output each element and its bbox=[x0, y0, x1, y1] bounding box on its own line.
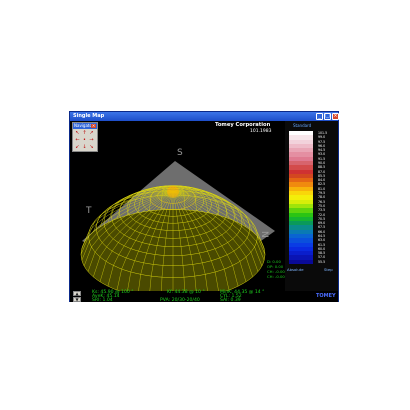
absolute-scale-label[interactable]: Absolute bbox=[287, 267, 304, 272]
title-bar: Single Map _ □ × bbox=[70, 112, 339, 121]
single-map-window: Single Map _ □ × S T N Navigator × ↖ ↑ ↗… bbox=[69, 111, 339, 303]
scale-title[interactable]: Standard bbox=[293, 123, 311, 128]
nav-left-arrow-icon[interactable]: ← bbox=[74, 137, 81, 144]
scale-value-label: 55.5 bbox=[318, 259, 326, 264]
color-scale-bar: 101.5 99.0 97.5 96.0 94.5 93.0 91.5 90.0 88.5 87.… bbox=[289, 131, 327, 265]
navigator-header: Navigator × bbox=[73, 123, 97, 129]
record-id: 101.1983 bbox=[250, 129, 272, 134]
close-button[interactable]: × bbox=[332, 113, 339, 120]
navigator-panel: Navigator × ↖ ↑ ↗ ← • → ↙ ↓ ↘ bbox=[72, 122, 98, 152]
window-title: Single Map bbox=[73, 113, 105, 119]
axis-letter-n: N bbox=[259, 231, 269, 238]
sai-readout: SAI: 0.39 bbox=[220, 298, 241, 303]
tomey-logo: TOMEY bbox=[316, 293, 336, 299]
scale-swatch bbox=[289, 259, 313, 265]
readout-bar: ▲ ▼ Ks: 45.90 @ 100 ° Kf: 44.38 @ 10 ° M… bbox=[70, 290, 338, 303]
company-name: Tomey Corporation bbox=[215, 122, 271, 128]
nav-down-arrow-icon[interactable]: ↓ bbox=[81, 144, 88, 151]
color-scale-panel: Standard 101.5 99.0 97.5 96.0 94.5 93.0 91.5 90… bbox=[285, 121, 338, 291]
step-label[interactable]: Step bbox=[324, 267, 333, 272]
nav-down-left-arrow-icon[interactable]: ↙ bbox=[74, 144, 81, 151]
map-stat-ch2: CH: -0.00 bbox=[267, 274, 285, 279]
minimize-button[interactable]: _ bbox=[316, 113, 323, 120]
surface-mesh bbox=[80, 185, 266, 291]
scroll-down-button[interactable]: ▼ bbox=[73, 297, 81, 302]
pva-readout: PVA: 20/30-20/40 bbox=[160, 298, 200, 303]
nav-up-right-arrow-icon[interactable]: ↗ bbox=[88, 130, 95, 137]
kf-readout: Kf: 44.38 @ 10 ° bbox=[167, 290, 205, 295]
nav-center-icon[interactable]: • bbox=[81, 137, 88, 144]
nav-right-arrow-icon[interactable]: → bbox=[88, 137, 95, 144]
nav-up-arrow-icon[interactable]: ↑ bbox=[81, 130, 88, 137]
maximize-button[interactable]: □ bbox=[324, 113, 331, 120]
navigator-arrows: ↖ ↑ ↗ ← • → ↙ ↓ ↘ bbox=[74, 130, 96, 151]
axis-letter-s: S bbox=[177, 148, 183, 158]
nav-up-left-arrow-icon[interactable]: ↖ bbox=[74, 130, 81, 137]
nav-down-right-arrow-icon[interactable]: ↘ bbox=[88, 144, 95, 151]
topography-map-view[interactable]: S T N Navigator × ↖ ↑ ↗ ← • → ↙ ↓ ↘ Tome… bbox=[70, 121, 285, 291]
sri-readout: SRI: 1.04 bbox=[92, 298, 113, 303]
navigator-close-button[interactable]: × bbox=[91, 124, 96, 128]
apex-highlight bbox=[167, 185, 179, 198]
axis-letter-t: T bbox=[85, 206, 92, 216]
corneal-3d-surface[interactable]: S T N bbox=[70, 121, 285, 291]
scroll-up-button[interactable]: ▲ bbox=[73, 291, 81, 296]
